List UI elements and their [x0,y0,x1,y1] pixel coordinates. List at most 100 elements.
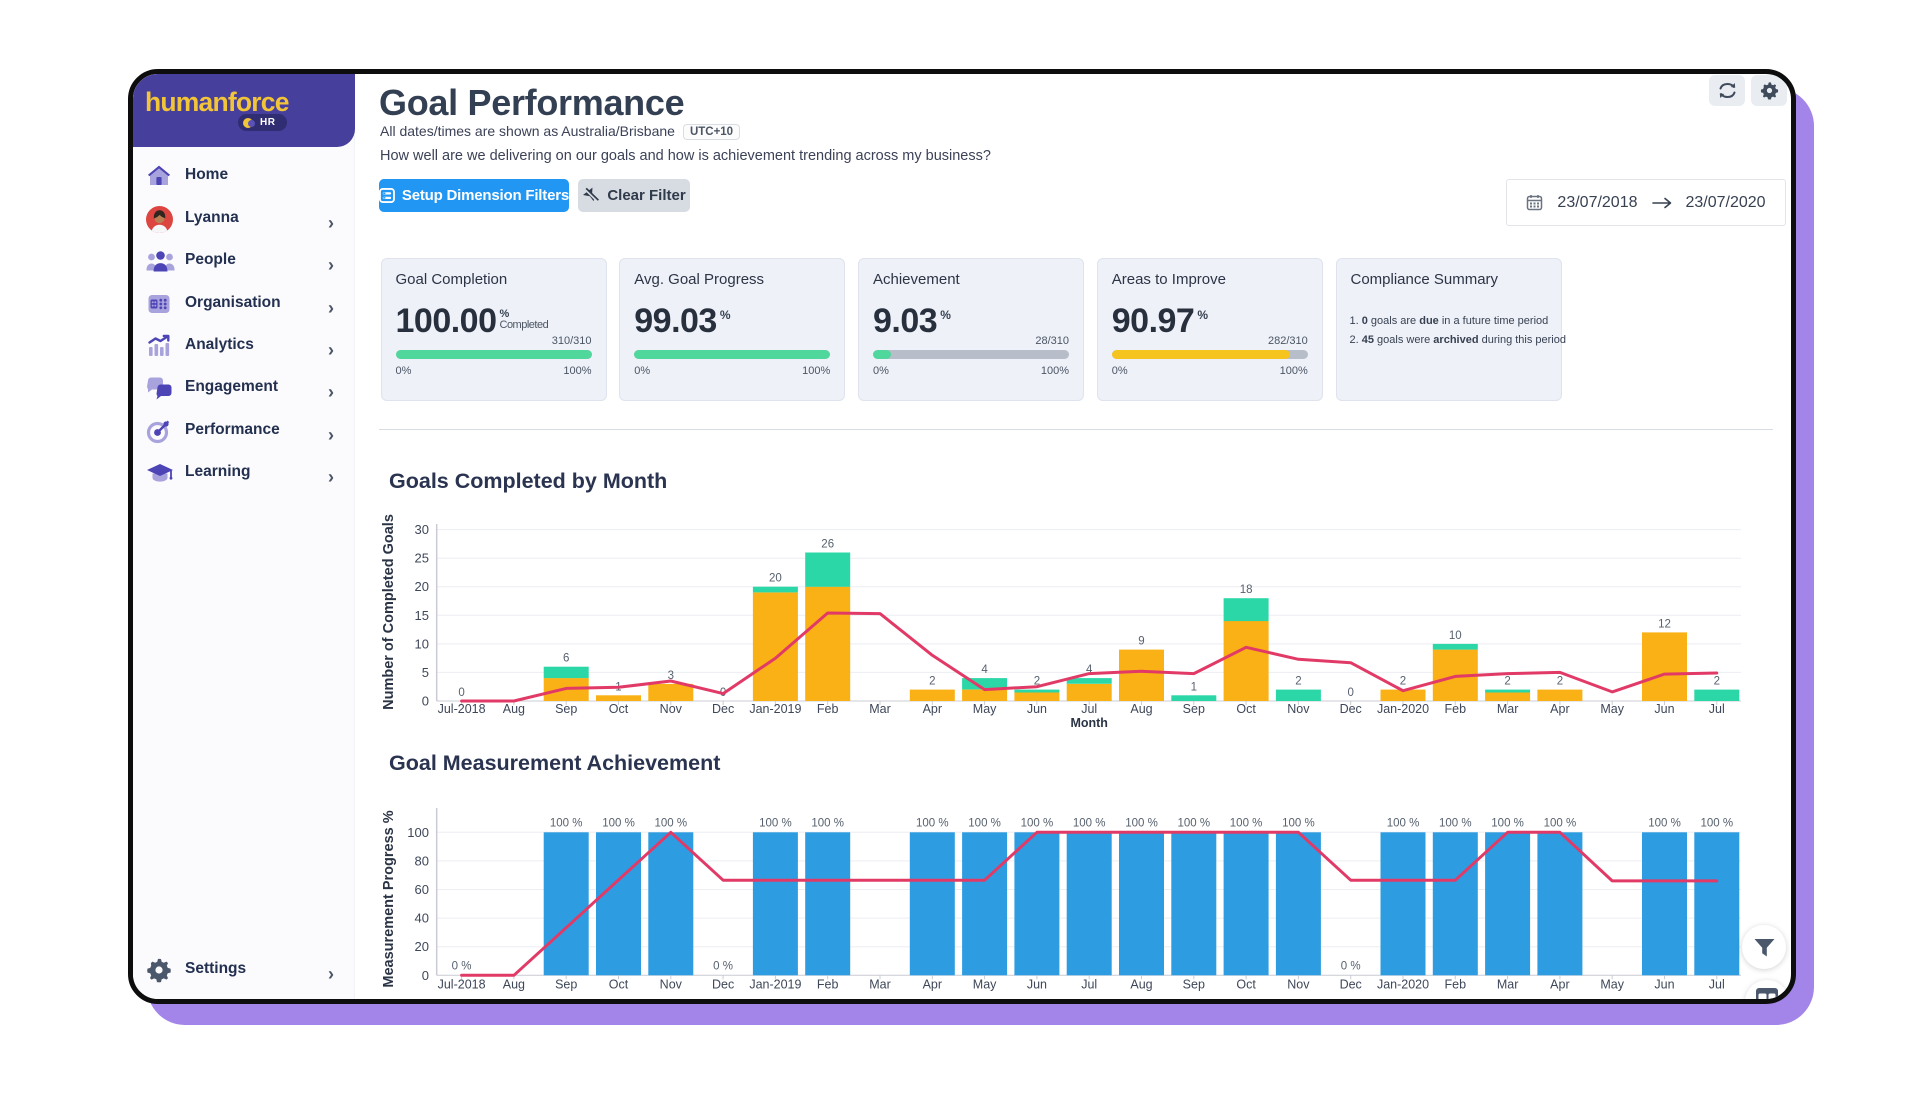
svg-text:100 %: 100 % [550,817,583,829]
svg-text:0: 0 [458,687,464,699]
svg-text:Oct: Oct [609,702,629,716]
svg-text:Mar: Mar [869,702,891,716]
svg-text:Jun: Jun [1654,977,1674,991]
svg-text:Jan-2020: Jan-2020 [1377,977,1429,991]
svg-text:Sep: Sep [1183,702,1205,716]
svg-text:100 %: 100 % [968,817,1001,829]
svg-text:Jul: Jul [1081,977,1097,991]
svg-text:100 %: 100 % [1073,817,1106,829]
svg-text:0: 0 [422,694,429,709]
svg-text:30: 30 [415,522,429,537]
svg-text:Jan-2019: Jan-2019 [749,702,801,716]
svg-text:100 %: 100 % [1439,817,1472,829]
svg-text:Aug: Aug [503,977,525,991]
svg-text:6: 6 [563,653,569,665]
svg-text:Feb: Feb [817,702,839,716]
svg-text:5: 5 [422,665,429,680]
svg-text:100: 100 [407,825,429,840]
svg-text:Mar: Mar [1497,702,1519,716]
svg-text:0: 0 [422,968,429,983]
svg-text:Jul-2018: Jul-2018 [438,977,486,991]
svg-text:Dec: Dec [1340,977,1362,991]
svg-text:May: May [1600,977,1624,991]
svg-text:Mar: Mar [1497,977,1519,991]
svg-text:Measurement Progress %: Measurement Progress % [381,810,397,987]
svg-text:10: 10 [1449,630,1462,642]
svg-text:Jan-2019: Jan-2019 [749,977,801,991]
svg-text:100 %: 100 % [1282,817,1315,829]
svg-text:Nov: Nov [1287,977,1310,991]
svg-text:Apr: Apr [1550,977,1569,991]
svg-text:Mar: Mar [869,977,891,991]
svg-text:20: 20 [415,939,429,954]
svg-text:Sep: Sep [1183,977,1205,991]
svg-text:Number of Completed Goals: Number of Completed Goals [381,514,397,710]
svg-text:2: 2 [1400,676,1406,688]
svg-text:Month: Month [1070,716,1107,730]
svg-text:May: May [1600,702,1624,716]
svg-text:15: 15 [415,608,429,623]
svg-text:Oct: Oct [609,977,629,991]
svg-text:Jun: Jun [1027,702,1047,716]
svg-text:Aug: Aug [1130,702,1152,716]
svg-text:9: 9 [1138,636,1144,648]
svg-text:Sep: Sep [555,977,577,991]
svg-text:2: 2 [1504,676,1510,688]
svg-text:Jun: Jun [1654,702,1674,716]
svg-text:2: 2 [1714,676,1720,688]
svg-text:100 %: 100 % [1125,817,1158,829]
svg-text:Apr: Apr [1550,702,1569,716]
svg-text:0: 0 [1347,687,1353,699]
svg-text:100 %: 100 % [1648,817,1681,829]
svg-text:100 %: 100 % [1544,817,1577,829]
svg-text:Jul: Jul [1709,977,1725,991]
svg-text:40: 40 [415,911,429,926]
svg-text:Aug: Aug [503,702,525,716]
svg-text:100 %: 100 % [602,817,635,829]
svg-text:80: 80 [415,853,429,868]
svg-text:Oct: Oct [1236,702,1256,716]
svg-text:60: 60 [415,882,429,897]
svg-text:2: 2 [1295,676,1301,688]
svg-text:2: 2 [929,676,935,688]
svg-text:Oct: Oct [1236,977,1256,991]
svg-text:26: 26 [821,539,834,551]
svg-text:100 %: 100 % [1230,817,1263,829]
svg-text:0 %: 0 % [452,960,472,972]
svg-text:4: 4 [981,664,988,676]
svg-text:100 %: 100 % [1021,817,1054,829]
svg-text:May: May [973,977,997,991]
svg-text:Sep: Sep [555,702,577,716]
svg-text:May: May [973,702,997,716]
svg-text:Jul: Jul [1709,702,1725,716]
svg-text:100 %: 100 % [1177,817,1210,829]
svg-text:100 %: 100 % [1491,817,1524,829]
svg-text:20: 20 [415,579,429,594]
svg-text:Jan-2020: Jan-2020 [1377,702,1429,716]
svg-text:Dec: Dec [1340,702,1362,716]
svg-text:Jul: Jul [1081,702,1097,716]
svg-text:100 %: 100 % [916,817,949,829]
svg-text:Aug: Aug [1130,977,1152,991]
svg-text:100 %: 100 % [1700,817,1733,829]
svg-text:Dec: Dec [712,702,734,716]
svg-text:100 %: 100 % [1387,817,1420,829]
svg-text:Month: Month [1070,997,1107,1004]
svg-text:Dec: Dec [712,977,734,991]
svg-text:0 %: 0 % [713,960,733,972]
svg-text:Feb: Feb [1445,977,1467,991]
svg-text:2: 2 [1557,676,1563,688]
svg-text:Apr: Apr [923,977,942,991]
svg-text:Jul-2018: Jul-2018 [438,702,486,716]
svg-text:100 %: 100 % [759,817,792,829]
svg-text:1: 1 [1191,681,1197,693]
svg-text:Nov: Nov [660,702,683,716]
svg-text:Nov: Nov [660,977,683,991]
svg-text:18: 18 [1240,584,1253,596]
svg-text:Feb: Feb [1445,702,1467,716]
svg-text:Jun: Jun [1027,977,1047,991]
svg-text:100 %: 100 % [654,817,687,829]
svg-text:12: 12 [1658,618,1671,630]
svg-text:Feb: Feb [817,977,839,991]
svg-text:100 %: 100 % [811,817,844,829]
